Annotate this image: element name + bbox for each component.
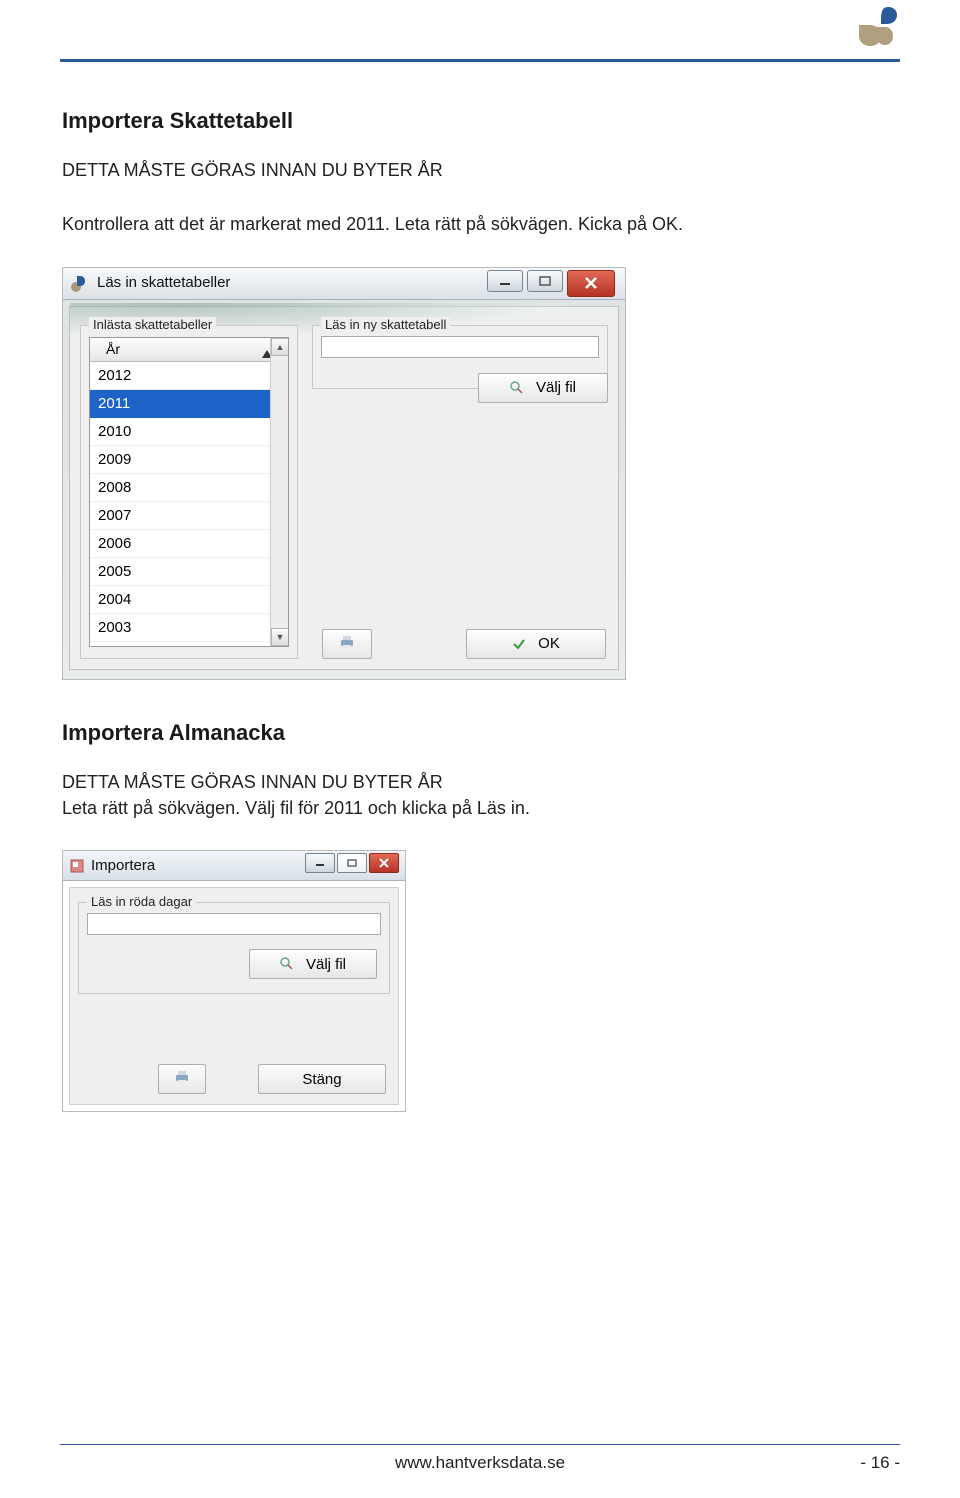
- list-item[interactable]: 2007: [90, 502, 270, 530]
- window-title: Importera: [91, 857, 155, 874]
- scroll-down-icon[interactable]: ▼: [271, 628, 289, 646]
- print-button[interactable]: [322, 629, 372, 659]
- maximize-button[interactable]: [337, 853, 367, 873]
- list-item[interactable]: 2012: [90, 362, 270, 390]
- magnifier-icon: [510, 381, 524, 395]
- group-inlasta-label: Inlästa skattetabeller: [89, 317, 216, 332]
- print-button[interactable]: [158, 1064, 206, 1094]
- group-roda-dagar: Läs in röda dagar Välj fil: [78, 902, 390, 994]
- list-item[interactable]: 2006: [90, 530, 270, 558]
- choose-file-button[interactable]: Välj fil: [478, 373, 608, 403]
- ok-label: OK: [538, 635, 560, 652]
- close-button[interactable]: [369, 853, 399, 873]
- year-list[interactable]: År ▲ ▼ 201220112010200920082007200620052…: [89, 337, 289, 647]
- list-item[interactable]: 2009: [90, 446, 270, 474]
- section1-line2: Kontrollera att det är markerat med 2011…: [62, 212, 898, 236]
- file-path-input[interactable]: [321, 336, 599, 358]
- group-ny-label: Läs in ny skattetabell: [321, 317, 450, 332]
- minimize-button[interactable]: [305, 853, 335, 873]
- printer-icon: [173, 1069, 191, 1089]
- file-path-input[interactable]: [87, 913, 381, 935]
- brand-logo: [858, 5, 900, 47]
- list-item[interactable]: 2003: [90, 614, 270, 642]
- scrollbar[interactable]: ▲ ▼: [270, 338, 288, 646]
- close-button[interactable]: [567, 270, 615, 297]
- group-roda-label: Läs in röda dagar: [87, 894, 196, 909]
- list-header-year[interactable]: År: [106, 341, 120, 357]
- choose-file-button[interactable]: Välj fil: [249, 949, 377, 979]
- list-item[interactable]: 2004: [90, 586, 270, 614]
- scroll-up-icon[interactable]: ▲: [271, 338, 289, 356]
- close-label: Stäng: [302, 1071, 341, 1088]
- magnifier-icon: [280, 957, 294, 971]
- minimize-button[interactable]: [487, 270, 523, 292]
- app-icon: [69, 274, 89, 299]
- ok-button[interactable]: OK: [466, 629, 606, 659]
- list-item[interactable]: 2005: [90, 558, 270, 586]
- list-item[interactable]: 2008: [90, 474, 270, 502]
- group-inlasta: Inlästa skattetabeller År ▲ ▼ 2012201120…: [80, 325, 298, 659]
- screenshot-skattetabeller: Läs in skattetabeller Inlästa skattetabe…: [62, 267, 626, 680]
- choose-file-label: Välj fil: [306, 956, 346, 973]
- screenshot-importera: Importera Läs in röda dagar Välj fil: [62, 850, 406, 1112]
- section1-heading: Importera Skattetabell: [62, 108, 898, 134]
- section2-line2: Leta rätt på sökvägen. Välj fil för 2011…: [62, 796, 898, 820]
- list-item[interactable]: 2010: [90, 418, 270, 446]
- footer-page: - 16 -: [860, 1453, 900, 1473]
- window-title: Läs in skattetabeller: [97, 274, 230, 291]
- section1-line1: DETTA MÅSTE GÖRAS INNAN DU BYTER ÅR: [62, 158, 898, 182]
- printer-icon: [338, 634, 356, 654]
- section2-heading: Importera Almanacka: [62, 720, 898, 746]
- section2-line1: DETTA MÅSTE GÖRAS INNAN DU BYTER ÅR: [62, 770, 898, 794]
- list-item[interactable]: 2011: [90, 390, 270, 418]
- check-icon: [512, 637, 526, 651]
- close-dialog-button[interactable]: Stäng: [258, 1064, 386, 1094]
- maximize-button[interactable]: [527, 270, 563, 292]
- app-icon: [69, 858, 85, 879]
- footer-url: www.hantverksdata.se: [395, 1453, 565, 1473]
- choose-file-label: Välj fil: [536, 379, 576, 396]
